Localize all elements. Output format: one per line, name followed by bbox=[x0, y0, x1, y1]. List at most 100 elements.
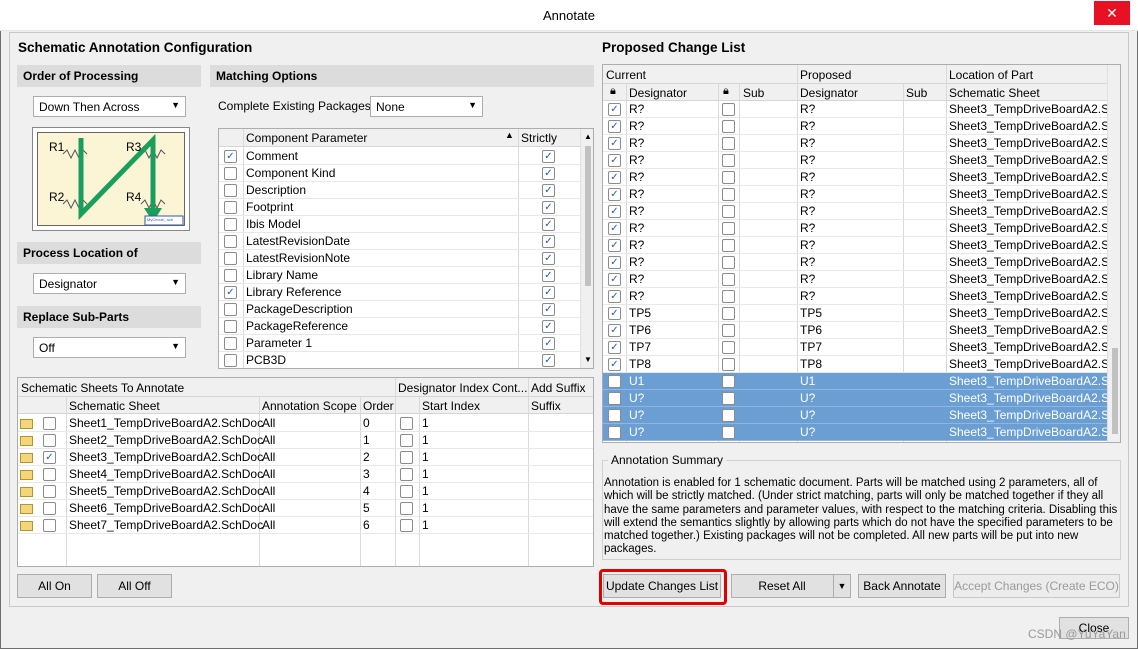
strictly-checkbox[interactable]: ✓ bbox=[542, 269, 555, 282]
parameter-checkbox[interactable] bbox=[224, 252, 237, 265]
order-col-header[interactable]: Order bbox=[363, 399, 394, 413]
sheet-start-index[interactable]: 1 bbox=[422, 415, 429, 431]
parameter-row[interactable]: ✓ Library Reference ✓ bbox=[219, 284, 580, 301]
all-on-button[interactable]: All On bbox=[17, 574, 92, 598]
parameter-checkbox[interactable] bbox=[224, 354, 237, 367]
parameter-row[interactable]: Library Name ✓ bbox=[219, 267, 580, 284]
change-row[interactable]: ✓ R? R? Sheet3_TempDriveBoardA2.Sch bbox=[603, 135, 1107, 152]
sheet-row[interactable]: Sheet5_TempDriveBoardA2.SchDoc All 4 1 bbox=[18, 483, 593, 500]
start-index-checkbox[interactable] bbox=[400, 417, 413, 430]
sheet-checkbox[interactable] bbox=[43, 434, 56, 447]
sheet-start-index[interactable]: 1 bbox=[422, 466, 429, 482]
sheet-scope[interactable]: All bbox=[262, 415, 275, 431]
lock-sub-checkbox[interactable] bbox=[722, 188, 735, 201]
parameter-checkbox[interactable] bbox=[224, 167, 237, 180]
parameter-checkbox[interactable] bbox=[224, 320, 237, 333]
proposed-designator-col-header[interactable]: Designator bbox=[800, 86, 858, 100]
change-row[interactable]: ✓ R? R? Sheet3_TempDriveBoardA2.Sch bbox=[603, 101, 1107, 118]
parameter-row[interactable]: Ibis Model ✓ bbox=[219, 216, 580, 233]
parameter-checkbox[interactable] bbox=[224, 218, 237, 231]
parameter-checkbox[interactable]: ✓ bbox=[224, 150, 237, 163]
change-row[interactable]: ✓ TP5 TP5 Sheet3_TempDriveBoardA2.Sch bbox=[603, 305, 1107, 322]
sheet-order[interactable]: 3 bbox=[363, 466, 370, 482]
lock-sub-checkbox[interactable] bbox=[722, 239, 735, 252]
lock-sub-checkbox[interactable] bbox=[722, 307, 735, 320]
parameter-row[interactable]: Description ✓ bbox=[219, 182, 580, 199]
sheet-checkbox[interactable]: ✓ bbox=[43, 451, 56, 464]
lock-designator-checkbox[interactable]: ✓ bbox=[608, 171, 621, 184]
lock-sub-checkbox[interactable] bbox=[722, 341, 735, 354]
complete-packages-dropdown[interactable]: None ▼ bbox=[370, 96, 483, 117]
lock-designator-checkbox[interactable]: ✓ bbox=[608, 358, 621, 371]
lock-sub-checkbox[interactable] bbox=[722, 103, 735, 116]
strictly-checkbox[interactable]: ✓ bbox=[542, 320, 555, 333]
strictly-checkbox[interactable]: ✓ bbox=[542, 235, 555, 248]
scope-col-header[interactable]: Annotation Scope bbox=[262, 399, 357, 413]
lock-designator-checkbox[interactable] bbox=[608, 426, 621, 439]
lock-designator-checkbox[interactable]: ✓ bbox=[608, 222, 621, 235]
schematic-sheet-col-header[interactable]: Schematic Sheet bbox=[949, 86, 1040, 100]
strictly-checkbox[interactable]: ✓ bbox=[542, 150, 555, 163]
change-row[interactable]: ✓ R? R? Sheet3_TempDriveBoardA2.Sch bbox=[603, 203, 1107, 220]
chevron-down-icon[interactable]: ▼ bbox=[833, 575, 850, 597]
change-row[interactable]: U? U? Sheet3_TempDriveBoardA2.Sch bbox=[603, 407, 1107, 424]
lock-designator-checkbox[interactable]: ✓ bbox=[608, 290, 621, 303]
sheet-scope[interactable]: All bbox=[262, 500, 275, 516]
change-row[interactable]: ✓ R? R? Sheet3_TempDriveBoardA2.Sch bbox=[603, 271, 1107, 288]
sheet-row[interactable]: Sheet4_TempDriveBoardA2.SchDoc All 3 1 bbox=[18, 466, 593, 483]
proposed-sub-col-header[interactable]: Sub bbox=[906, 86, 927, 100]
strictly-checkbox[interactable]: ✓ bbox=[542, 218, 555, 231]
lock-designator-checkbox[interactable]: ✓ bbox=[608, 137, 621, 150]
sheet-scope[interactable]: All bbox=[262, 432, 275, 448]
change-row[interactable]: ✓ R? R? Sheet3_TempDriveBoardA2.Sch bbox=[603, 152, 1107, 169]
change-row[interactable]: ✓ R? R? Sheet3_TempDriveBoardA2.Sch bbox=[603, 220, 1107, 237]
sheet-col-header[interactable]: Schematic Sheet bbox=[69, 399, 160, 413]
sheet-order[interactable]: 5 bbox=[363, 500, 370, 516]
change-row[interactable]: ✓ R? R? Sheet3_TempDriveBoardA2.Sch bbox=[603, 254, 1107, 271]
strictly-checkbox[interactable]: ✓ bbox=[542, 201, 555, 214]
start-index-checkbox[interactable] bbox=[400, 485, 413, 498]
strictly-checkbox[interactable]: ✓ bbox=[542, 337, 555, 350]
change-row[interactable]: ✓ TP8 TP8 Sheet3_TempDriveBoardA2.Sch bbox=[603, 356, 1107, 373]
designator-col-header[interactable]: Designator bbox=[629, 86, 687, 100]
lock-sub-checkbox[interactable] bbox=[722, 324, 735, 337]
reset-all-button[interactable]: Reset All ▼ bbox=[731, 574, 851, 598]
start-index-checkbox[interactable] bbox=[400, 434, 413, 447]
strictly-checkbox[interactable]: ✓ bbox=[542, 167, 555, 180]
sheet-checkbox[interactable] bbox=[43, 502, 56, 515]
window-close-icon[interactable]: ✕ bbox=[1094, 1, 1130, 25]
strictly-checkbox[interactable]: ✓ bbox=[542, 184, 555, 197]
process-dropdown[interactable]: Designator ▼ bbox=[33, 273, 186, 294]
lock-sub-checkbox[interactable] bbox=[722, 273, 735, 286]
sheet-scope[interactable]: All bbox=[262, 517, 275, 533]
lock-designator-checkbox[interactable]: ✓ bbox=[608, 103, 621, 116]
strictly-checkbox[interactable]: ✓ bbox=[542, 252, 555, 265]
sheet-start-index[interactable]: 1 bbox=[422, 432, 429, 448]
lock-sub-checkbox[interactable] bbox=[722, 375, 735, 388]
sheet-scope[interactable]: All bbox=[262, 483, 275, 499]
sheet-order[interactable]: 4 bbox=[363, 483, 370, 499]
lock-designator-checkbox[interactable]: ✓ bbox=[608, 239, 621, 252]
change-row[interactable]: ✓ R? R? Sheet3_TempDriveBoardA2.Sch bbox=[603, 288, 1107, 305]
lock-designator-checkbox[interactable]: ✓ bbox=[608, 256, 621, 269]
param-scrollbar[interactable]: ▲ ▼ bbox=[580, 129, 593, 368]
parameter-row[interactable]: Footprint ✓ bbox=[219, 199, 580, 216]
lock-designator-checkbox[interactable]: ✓ bbox=[608, 205, 621, 218]
sheet-order[interactable]: 2 bbox=[363, 449, 370, 465]
parameter-checkbox[interactable] bbox=[224, 184, 237, 197]
order-dropdown[interactable]: Down Then Across ▼ bbox=[33, 96, 186, 117]
sheet-scope[interactable]: All bbox=[262, 466, 275, 482]
lock-sub-checkbox[interactable] bbox=[722, 290, 735, 303]
change-row[interactable]: U1 U1 Sheet3_TempDriveBoardA2.Sch bbox=[603, 373, 1107, 390]
parameter-row[interactable]: Component Kind ✓ bbox=[219, 165, 580, 182]
all-off-button[interactable]: All Off bbox=[97, 574, 172, 598]
sheet-row[interactable]: Sheet2_TempDriveBoardA2.SchDoc All 1 1 bbox=[18, 432, 593, 449]
sheet-row[interactable]: Sheet7_TempDriveBoardA2.SchDoc All 6 1 bbox=[18, 517, 593, 534]
change-row[interactable]: ✓ TP6 TP6 Sheet3_TempDriveBoardA2.Sch bbox=[603, 322, 1107, 339]
lock-sub-checkbox[interactable] bbox=[722, 392, 735, 405]
lock-sub-checkbox[interactable] bbox=[722, 171, 735, 184]
start-index-checkbox[interactable] bbox=[400, 468, 413, 481]
lock-designator-checkbox[interactable]: ✓ bbox=[608, 307, 621, 320]
sheet-start-index[interactable]: 1 bbox=[422, 483, 429, 499]
parameter-checkbox[interactable]: ✓ bbox=[224, 286, 237, 299]
